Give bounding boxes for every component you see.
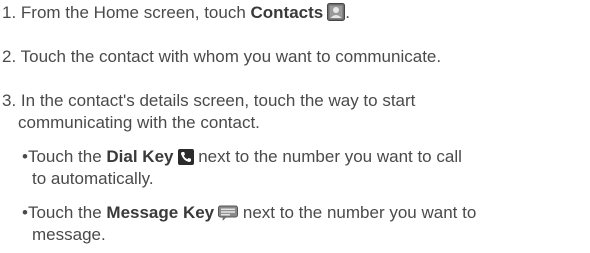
bullet-2-line2: message. — [32, 225, 106, 244]
bullet-message-key: •Touch the Message Key next to the numbe… — [22, 202, 476, 223]
step-3-line1: In the contact's details screen, touch t… — [20, 91, 416, 110]
message-icon — [218, 205, 239, 221]
step-1-prefix: From the Home screen, touch — [20, 3, 251, 22]
step-1-bold-contacts: Contacts — [250, 3, 324, 22]
step-3-line2: communicating with the contact. — [18, 113, 260, 132]
instructions-page: 1. From the Home screen, touch Contacts.… — [0, 0, 590, 253]
step-1-suffix: . — [345, 3, 350, 22]
step-3-number: 3. — [2, 91, 17, 110]
step-3-line-1: 3. In the contact's details screen, touc… — [2, 90, 415, 111]
step-2-number: 2. — [2, 47, 17, 66]
phone-icon — [177, 149, 194, 165]
bullet-1-line2: to automatically. — [32, 169, 154, 188]
bullet-2-bold-message-key: Message Key — [106, 203, 215, 222]
step-3-line-2: communicating with the contact. — [18, 112, 260, 133]
step-1-number: 1. — [2, 3, 17, 22]
step-2-text: Touch the contact with whom you want to … — [20, 47, 442, 66]
bullet-message-key-line-2: message. — [32, 224, 106, 245]
bullet-dial-key-line-2: to automatically. — [32, 168, 154, 189]
bullet-1-bold-dial-key: Dial Key — [106, 147, 174, 166]
bullet-1-after-icon: next to the number you want to call — [193, 147, 462, 166]
step-2: 2. Touch the contact with whom you want … — [2, 46, 441, 67]
bullet-2-prefix: Touch the — [27, 203, 107, 222]
step-1: 1. From the Home screen, touch Contacts. — [2, 2, 350, 23]
bullet-dial-key: •Touch the Dial Key next to the number y… — [22, 146, 462, 167]
bullet-2-after-icon: next to the number you want to — [238, 203, 477, 222]
contacts-icon — [327, 3, 346, 21]
bullet-1-prefix: Touch the — [27, 147, 107, 166]
